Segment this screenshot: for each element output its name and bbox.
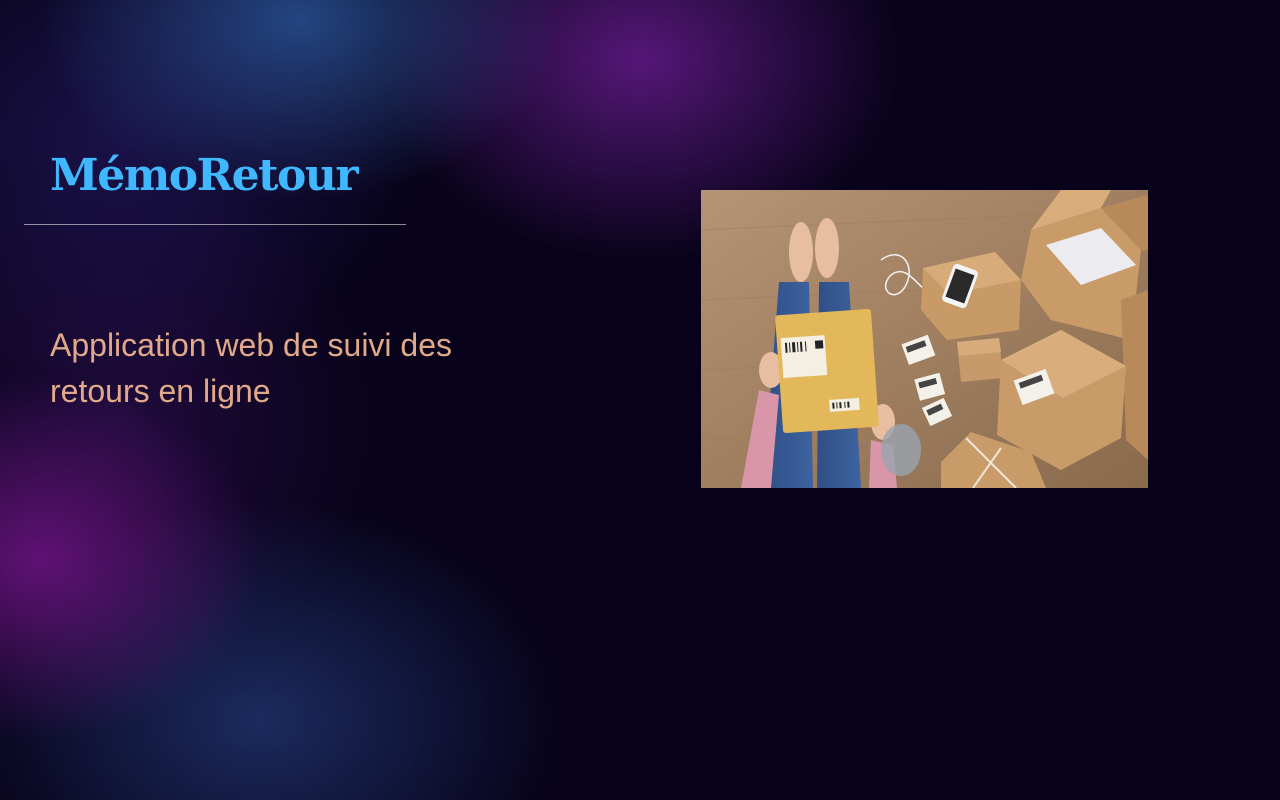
parcels-photo-icon [701, 190, 1148, 488]
tagline: Application web de suivi des retours en … [50, 327, 453, 409]
title-divider [24, 224, 406, 225]
hero-photo [701, 190, 1148, 488]
brand-title: MémoRetour [50, 150, 359, 201]
